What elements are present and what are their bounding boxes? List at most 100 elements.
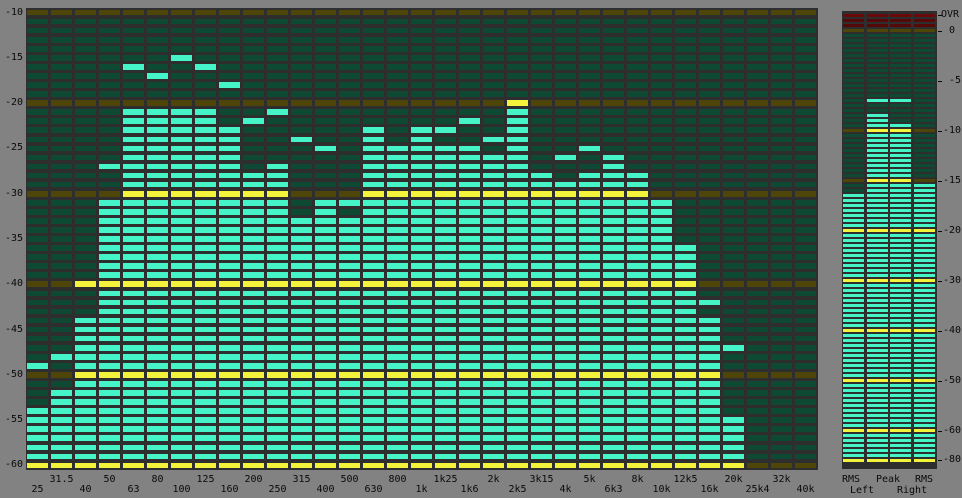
rta-segment: [315, 381, 336, 387]
rta-segment: [123, 444, 144, 451]
rta-segment: [267, 335, 288, 342]
rta-segment: [219, 453, 240, 460]
rta-segment: [747, 172, 768, 179]
rta-segment: [459, 82, 480, 88]
rta-segment: [699, 64, 720, 70]
rta-segment: [123, 353, 144, 360]
rta-segment: [339, 9, 360, 16]
rta-segment: [315, 417, 336, 423]
rta-segment: [171, 399, 192, 405]
meter-segment: [867, 224, 888, 227]
rta-segment: [795, 145, 816, 152]
rta-segment: [699, 317, 720, 324]
rta-segment: [315, 344, 336, 351]
rta-segment: [531, 163, 552, 170]
rta-segment: [411, 308, 432, 315]
meter-segment: [890, 109, 911, 112]
rta-segment: [651, 263, 672, 269]
rta-segment: [387, 82, 408, 88]
rta-segment: [651, 209, 672, 215]
rta-segment: [555, 399, 576, 405]
rta-segment: [627, 199, 648, 206]
rta-segment: [579, 254, 600, 260]
meter-segment: [867, 344, 888, 347]
rta-segment: [27, 408, 48, 414]
rta-segment: [291, 136, 312, 143]
rta-segment: [747, 353, 768, 360]
rta-segment: [579, 55, 600, 61]
meter-segment: [890, 459, 911, 462]
rta-segment: [795, 426, 816, 433]
rta-segment: [795, 254, 816, 260]
rta-segment: [795, 209, 816, 215]
rta-segment: [627, 326, 648, 333]
rta-segment: [603, 326, 624, 333]
rta-segment: [219, 408, 240, 414]
rta-segment: [387, 263, 408, 269]
rta-segment: [123, 199, 144, 206]
rta-segment: [147, 118, 168, 125]
rta-segment: [507, 453, 528, 460]
rta-segment: [675, 435, 696, 442]
rta-segment: [27, 218, 48, 224]
rta-segment: [771, 163, 792, 170]
rta-segment: [267, 36, 288, 43]
rta-segment: [243, 9, 264, 16]
meter-segment: [890, 334, 911, 337]
rta-band-label: 25k4: [745, 484, 770, 495]
rta-segment: [795, 290, 816, 297]
rta-segment: [195, 372, 216, 378]
meter-segment: [867, 39, 888, 42]
rta-segment: [171, 462, 192, 469]
rta-segment: [291, 64, 312, 70]
rta-segment: [387, 18, 408, 25]
rta-segment: [603, 199, 624, 206]
rta-segment: [339, 64, 360, 70]
rta-segment: [771, 172, 792, 179]
meter-segment: [843, 54, 864, 57]
rta-segment: [243, 118, 264, 125]
rta-segment: [171, 100, 192, 106]
meter-segment: [890, 244, 911, 247]
rta-segment: [243, 236, 264, 242]
rta-segment: [123, 136, 144, 143]
meter-segment: [867, 254, 888, 257]
meter-segment: [914, 399, 935, 402]
rta-segment: [171, 435, 192, 442]
rta-segment: [315, 100, 336, 106]
rta-segment: [507, 9, 528, 16]
rta-segment: [795, 73, 816, 79]
rta-segment: [123, 344, 144, 351]
meter-segment: [890, 159, 911, 162]
rta-segment: [219, 145, 240, 152]
rta-segment: [579, 145, 600, 152]
rta-segment: [675, 163, 696, 170]
meter-segment: [914, 254, 935, 257]
rta-segment: [771, 136, 792, 143]
rta-segment: [483, 172, 504, 179]
rta-segment: [795, 299, 816, 306]
rta-segment: [51, 417, 72, 423]
rta-segment: [483, 145, 504, 152]
rta-segment: [531, 254, 552, 260]
rta-segment: [171, 199, 192, 206]
meter-segment: [843, 364, 864, 367]
meter-segment: [890, 289, 911, 292]
rta-segment: [603, 272, 624, 279]
rta-segment: [651, 335, 672, 342]
rta-segment: [723, 308, 744, 315]
rta-band-label: 80: [151, 474, 164, 485]
rta-segment: [795, 190, 816, 197]
rta-segment: [99, 245, 120, 251]
meter-segment: [914, 279, 935, 282]
rta-segment: [699, 172, 720, 179]
meter-segment: [890, 214, 911, 217]
rta-segment: [411, 190, 432, 197]
rta-segment: [291, 399, 312, 405]
rta-segment: [339, 444, 360, 451]
rta-segment: [291, 390, 312, 396]
rta-segment: [123, 317, 144, 324]
rta-segment: [195, 109, 216, 115]
rta-segment: [99, 381, 120, 387]
rta-segment: [387, 109, 408, 115]
